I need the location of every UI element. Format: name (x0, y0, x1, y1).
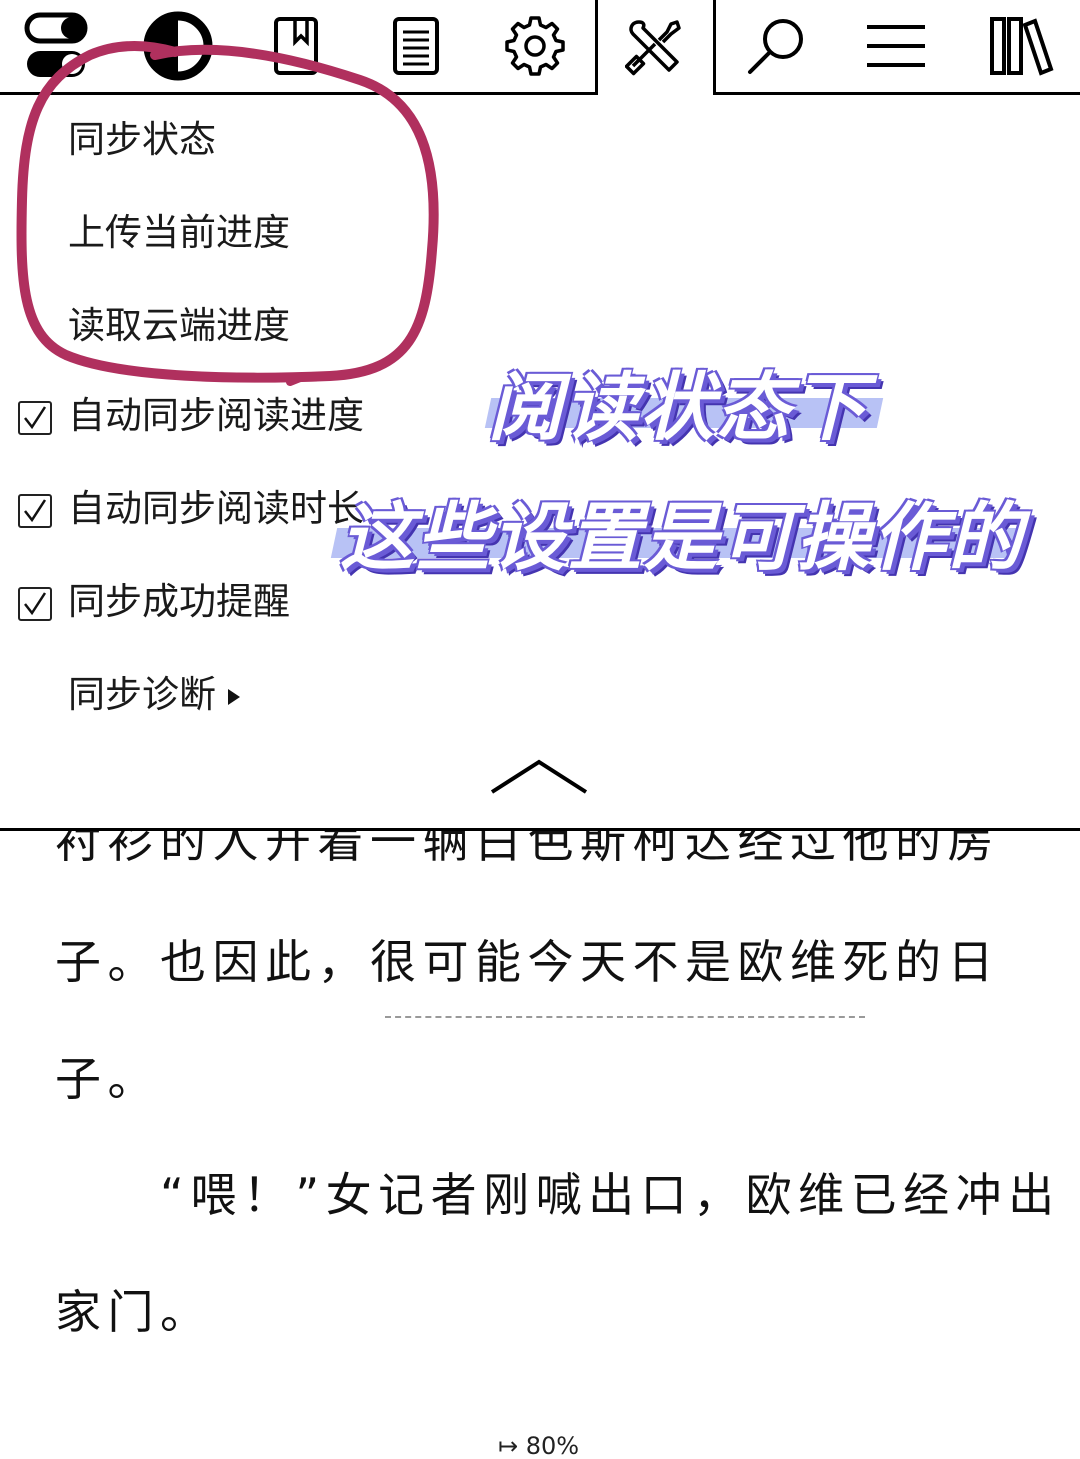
menu-item-sync-diagnostics[interactable]: 同步诊断 (68, 673, 240, 717)
sync-dropdown-menu: 同步状态 上传当前进度 读取云端进度 自动同步阅读进度 自动同步阅读时长 同步成… (0, 96, 1080, 830)
check-icon (24, 592, 47, 616)
toc-icon[interactable] (376, 0, 456, 92)
toggle-icon[interactable] (18, 0, 96, 92)
underline-dashed (385, 1016, 865, 1018)
checkbox-label: 自动同步阅读时长 (68, 487, 364, 530)
checkbox[interactable] (18, 401, 52, 435)
text-line: 子。也因此，很可能今天不是欧维死的日 (55, 935, 1000, 989)
text-line: 家门。 (55, 1285, 213, 1339)
reader-page[interactable]: 衬衫的人开着一辆白色斯柯达经过他的房 子。也因此，很可能今天不是欧维死的日 子。… (0, 831, 1080, 1459)
check-icon (24, 499, 47, 523)
text-line: 子。 (55, 1052, 160, 1106)
annotation-caption-line2: 这些设置是可操作的 (340, 495, 1024, 581)
toolbar-divider (713, 0, 716, 95)
checkbox-item-auto-sync-progress[interactable]: 自动同步阅读进度 (18, 394, 364, 438)
checkbox[interactable] (18, 494, 52, 528)
toolbar-divider (713, 92, 1080, 95)
submenu-arrow-icon (228, 689, 240, 705)
text-line: 衬衫的人开着一辆白色斯柯达经过他的房 (55, 831, 1000, 868)
toolbar-divider (0, 92, 597, 95)
search-icon[interactable] (736, 0, 816, 92)
text-line: “喂！”女记者刚喊出口，欧维已经冲出 (55, 1168, 1061, 1222)
contrast-icon[interactable] (138, 0, 218, 92)
progress-arrow-icon: ↦ (498, 1432, 519, 1459)
checkbox[interactable] (18, 587, 52, 621)
menu-icon[interactable] (856, 0, 936, 92)
check-icon (24, 406, 47, 430)
checkbox-label: 自动同步阅读进度 (68, 394, 364, 437)
tools-icon[interactable] (612, 0, 698, 92)
library-icon[interactable] (978, 0, 1066, 92)
menu-item-read-cloud-progress[interactable]: 读取云端进度 (68, 304, 290, 348)
submenu-label: 同步诊断 (68, 673, 216, 716)
reading-progress: ↦ 80% (498, 1432, 579, 1459)
menu-item-sync-status[interactable]: 同步状态 (68, 118, 216, 162)
checkbox-item-auto-sync-time[interactable]: 自动同步阅读时长 (18, 487, 364, 531)
bookmark-icon[interactable] (256, 0, 336, 92)
progress-label: 80% (525, 1432, 580, 1459)
toolbar-divider (595, 0, 598, 95)
checkbox-label: 同步成功提醒 (68, 580, 290, 623)
menu-item-upload-progress[interactable]: 上传当前进度 (68, 211, 290, 255)
settings-gear-icon[interactable] (494, 0, 576, 92)
checkbox-item-sync-success-notice[interactable]: 同步成功提醒 (18, 580, 290, 624)
annotation-caption-line1: 阅读状态下 (488, 365, 868, 451)
top-toolbar (0, 0, 1080, 96)
collapse-chevron-up-icon[interactable] (488, 756, 590, 798)
